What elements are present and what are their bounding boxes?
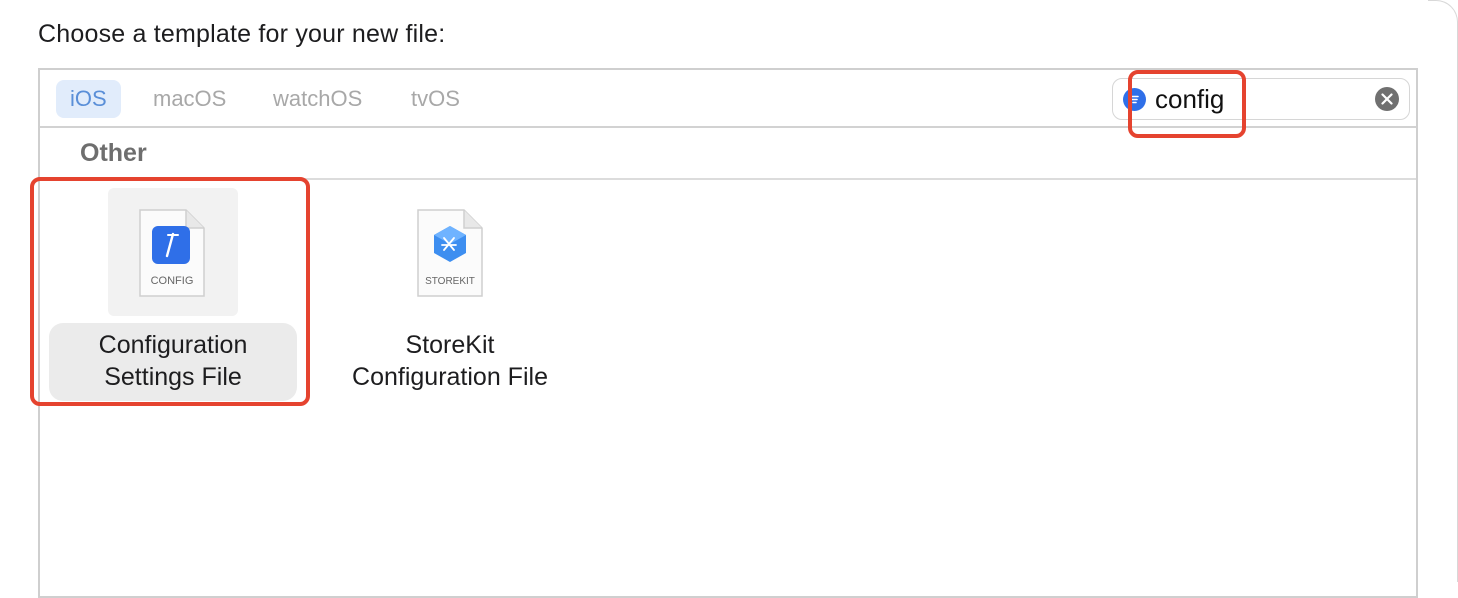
- section-title: Other: [80, 139, 147, 167]
- storekit-file-icon: STOREKIT: [417, 209, 483, 297]
- tab-tvos[interactable]: tvOS: [397, 80, 474, 118]
- tab-ios[interactable]: iOS: [56, 80, 121, 118]
- tab-watchos[interactable]: watchOS: [259, 80, 376, 118]
- search-highlight-box: [1128, 70, 1246, 138]
- template-label: StoreKit Configuration File: [326, 329, 574, 393]
- dialog-prompt: Choose a template for your new file:: [38, 20, 446, 48]
- clear-icon[interactable]: [1375, 87, 1399, 111]
- template-highlight-box: [30, 177, 310, 406]
- window-edge: [1428, 0, 1458, 582]
- template-label-line2: Configuration File: [352, 363, 548, 391]
- template-label-line1: StoreKit: [405, 331, 495, 359]
- storekit-badge: STOREKIT: [425, 276, 475, 287]
- tab-macos[interactable]: macOS: [139, 80, 240, 118]
